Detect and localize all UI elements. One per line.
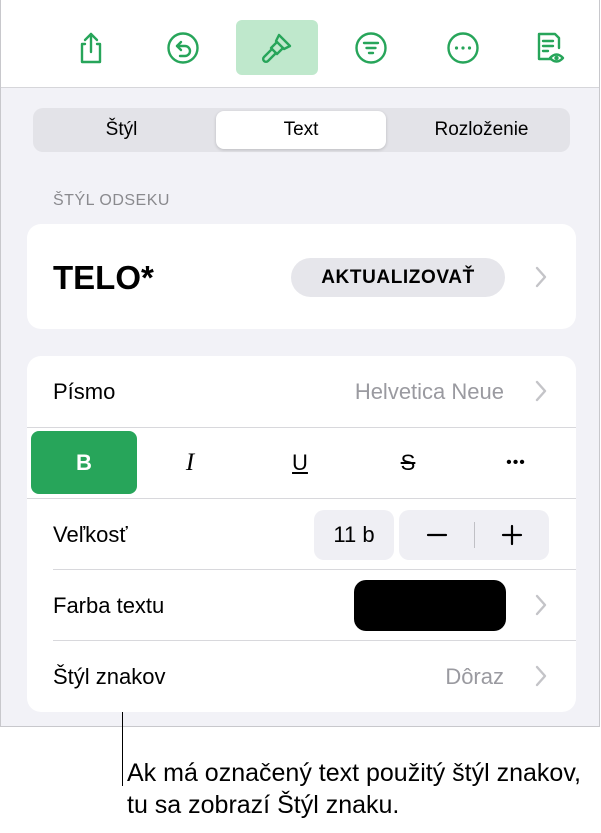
- callout-line: [122, 712, 123, 786]
- more-icon: [447, 31, 479, 64]
- share-icon: [80, 32, 102, 63]
- text-format-row: B I U S •••: [27, 427, 576, 498]
- share-button[interactable]: [50, 20, 132, 75]
- toolbar: [1, 0, 599, 88]
- character-style-row[interactable]: Štýl znakov Dôraz: [27, 640, 576, 711]
- plus-icon: [501, 524, 522, 546]
- chevron-right-icon: [535, 266, 547, 288]
- strikethrough-button[interactable]: S: [355, 431, 461, 494]
- format-button[interactable]: [236, 20, 318, 75]
- font-row[interactable]: Písmo Helvetica Neue: [27, 356, 576, 427]
- increase-size-button[interactable]: [474, 510, 549, 560]
- chevron-right-icon: [535, 665, 547, 687]
- tab-text[interactable]: Text: [216, 111, 386, 149]
- italic-button[interactable]: I: [137, 431, 243, 494]
- more-format-button[interactable]: •••: [463, 431, 569, 494]
- format-brush-icon: [261, 33, 292, 63]
- text-color-label: Farba textu: [53, 593, 165, 618]
- chevron-right-icon: [535, 380, 547, 402]
- character-style-value: Dôraz: [445, 664, 504, 689]
- filter-icon: [355, 31, 387, 64]
- undo-icon: [167, 31, 199, 64]
- size-label: Veľkosť: [53, 522, 128, 547]
- font-settings-card: Písmo Helvetica Neue B I U S ••• Veľkosť…: [27, 356, 576, 712]
- bold-button[interactable]: B: [31, 431, 137, 494]
- font-value: Helvetica Neue: [354, 379, 504, 404]
- underline-button[interactable]: U: [247, 431, 353, 494]
- callout-text: Ak má označený text použitý štýl znakov,…: [127, 759, 581, 819]
- tab-layout[interactable]: Rozloženie: [396, 111, 567, 149]
- font-size-value[interactable]: 11 b: [314, 510, 394, 560]
- format-panel: Štýl Text Rozloženie ŠTÝL ODSEKU TELO* A…: [0, 0, 600, 727]
- document-preview-icon: [537, 32, 565, 63]
- font-label: Písmo: [53, 379, 116, 404]
- chevron-right-icon: [535, 594, 547, 616]
- minus-icon: [426, 533, 447, 537]
- segmented-control: Štýl Text Rozloženie: [33, 108, 570, 152]
- update-style-button[interactable]: AKTUALIZOVAŤ: [291, 258, 505, 297]
- more-button[interactable]: [422, 20, 504, 75]
- filter-button[interactable]: [330, 20, 412, 75]
- document-preview-button[interactable]: [509, 20, 591, 75]
- character-style-label: Štýl znakov: [53, 664, 166, 689]
- paragraph-style-name: TELO*: [53, 259, 154, 296]
- paragraph-style-card[interactable]: TELO* AKTUALIZOVAŤ: [27, 224, 576, 329]
- section-label-paragraph-style: ŠTÝL ODSEKU: [53, 192, 170, 209]
- tab-style[interactable]: Štýl: [36, 111, 207, 149]
- decrease-size-button[interactable]: [399, 510, 474, 560]
- undo-button[interactable]: [142, 20, 224, 75]
- text-color-swatch[interactable]: [354, 580, 506, 631]
- font-size-stepper: [399, 510, 549, 560]
